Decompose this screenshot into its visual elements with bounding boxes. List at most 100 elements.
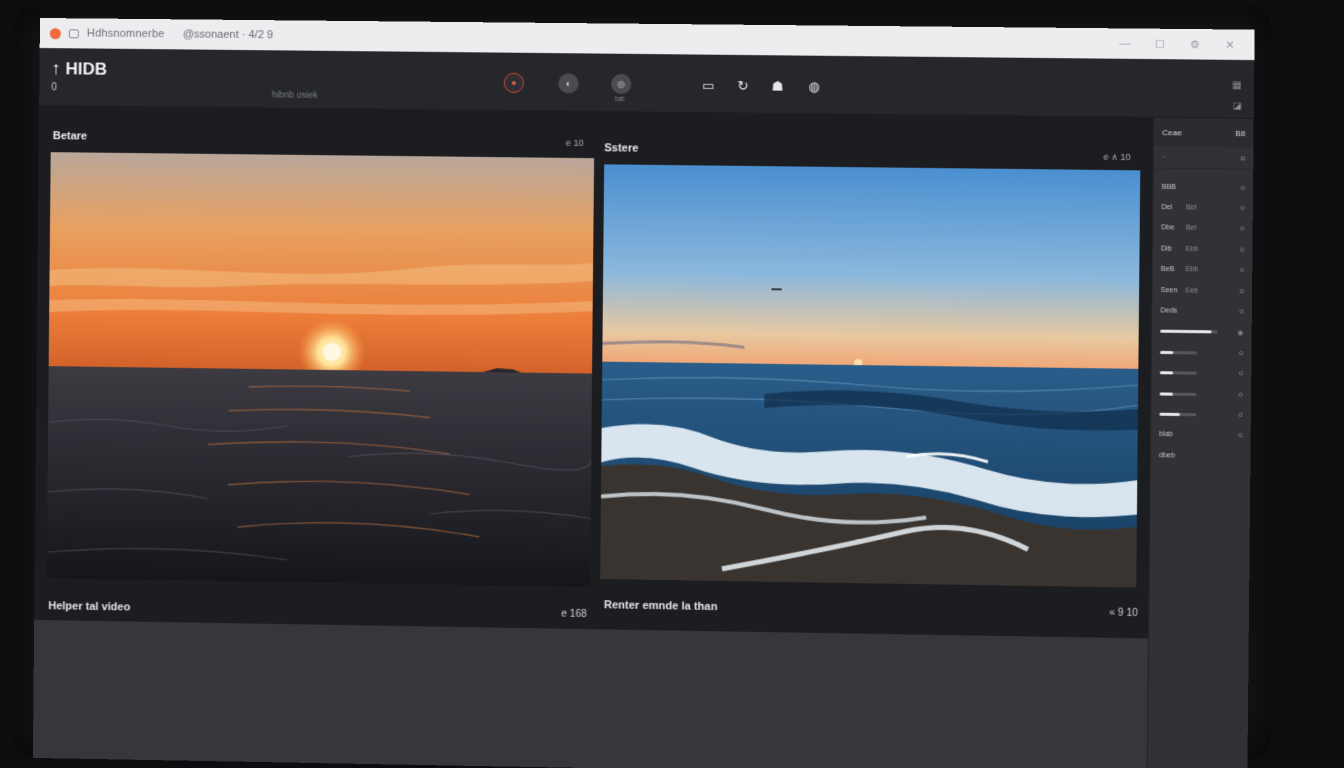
arrow-up-icon: ↑: [51, 58, 61, 79]
adjust-slider[interactable]: [1159, 371, 1197, 375]
adjustments-sidebar: Ceae B8 · o BBB o Del Bbl o Dbe Bel o Di…: [1146, 117, 1254, 768]
setting-value: Bel: [1185, 225, 1197, 233]
maximize-icon[interactable]: ☐: [1154, 38, 1166, 50]
window-controls: — ☐ ⚙ ✕: [1119, 37, 1236, 51]
sidebar-setting-row[interactable]: BBB o: [1153, 177, 1253, 199]
screen-icon[interactable]: ▭: [700, 78, 716, 94]
refresh-icon[interactable]: ↻: [735, 78, 751, 94]
before-image[interactable]: [46, 152, 595, 587]
slider-row[interactable]: o: [1152, 342, 1252, 364]
target-icon: ◎: [617, 78, 626, 89]
setting-key: Deds: [1160, 307, 1178, 315]
globe-icon[interactable]: ◍: [806, 79, 822, 95]
slider-fill: [1159, 412, 1180, 417]
close-window-button[interactable]: [49, 27, 61, 39]
adjust-slider[interactable]: [1160, 330, 1218, 334]
sidebar-tail-row[interactable]: dbeb: [1151, 445, 1251, 467]
after-image[interactable]: [600, 164, 1141, 588]
slider-fill: [1159, 392, 1173, 396]
sidebar-tail-label: blab: [1159, 431, 1173, 439]
slider-value-icon: o: [1238, 391, 1243, 399]
slider-row[interactable]: o: [1151, 404, 1251, 426]
adjust-slider[interactable]: [1159, 392, 1197, 396]
tool-button-3-label: tab: [614, 96, 625, 104]
sunset-photo: [46, 152, 595, 587]
slider-fill: [1159, 371, 1173, 375]
grid-icon[interactable]: ▦: [1232, 80, 1242, 91]
setting-value: Ebb: [1185, 245, 1199, 253]
setting-key: Del: [1161, 204, 1173, 212]
window-title: Hdhsnomnerbe: [86, 27, 165, 41]
left-panel-label: Betare: [52, 130, 88, 143]
setting-key: Seen: [1160, 286, 1178, 295]
sidebar-setting-row[interactable]: Deds o: [1152, 301, 1252, 323]
brand-label: HIDB: [65, 58, 108, 79]
setting-toggle[interactable]: o: [1240, 246, 1244, 253]
slider-value-icon: o: [1238, 370, 1244, 378]
slider-knob-icon[interactable]: ◉: [1237, 329, 1243, 337]
sidebar-tail-label: dbeb: [1159, 451, 1176, 460]
sidebar-tail-value: o: [1238, 432, 1243, 440]
app-brand[interactable]: ↑ HIDB: [51, 58, 107, 80]
slider-row[interactable]: o: [1152, 362, 1252, 384]
setting-toggle[interactable]: o: [1241, 205, 1245, 212]
slider-row[interactable]: ◉: [1152, 321, 1252, 343]
sidebar-header: Ceae B8: [1153, 117, 1254, 148]
half-circle-icon: ◐: [565, 78, 572, 89]
setting-key: Dbe: [1161, 224, 1175, 233]
tool-button-2[interactable]: ◐: [558, 73, 579, 94]
sidebar-header-left: Ceae: [1162, 127, 1182, 137]
record-icon: ●: [511, 77, 517, 88]
toolbar-sub-caption: hibnb osiek: [271, 89, 318, 100]
timeline-area: [32, 619, 1149, 768]
setting-key: BBB: [1161, 183, 1177, 191]
window-icon: [68, 28, 79, 38]
left-caption: Helper tal video: [48, 600, 131, 614]
setting-toggle[interactable]: o: [1241, 184, 1245, 191]
window-subtitle: @ssonaent · 4/2 9: [182, 28, 274, 42]
compare-area: Betare e 10 Helper tal video e 168 Sster…: [34, 105, 1154, 639]
panel-icon[interactable]: ◪: [1233, 100, 1242, 111]
sidebar-setting-row[interactable]: Del Bbl o: [1153, 197, 1253, 219]
setting-value: Ebb: [1185, 266, 1199, 274]
compare-workspace: Betare e 10 Helper tal video e 168 Sster…: [32, 105, 1154, 768]
right-panel-label: Sstere: [604, 142, 639, 155]
record-button[interactable]: ●: [503, 72, 525, 94]
close-icon[interactable]: ✕: [1224, 38, 1236, 51]
setting-key: BeB: [1160, 266, 1175, 274]
brand-sub-value: 0: [51, 82, 57, 94]
right-caption-meta: « 9 10: [1109, 607, 1138, 620]
sidebar-subheader-left: ·: [1161, 152, 1165, 162]
slider-fill: [1160, 350, 1173, 354]
right-panel-meta: e ∧ 10: [1103, 151, 1131, 163]
settings-icon[interactable]: ⚙: [1189, 38, 1201, 51]
sidebar-subheader: · o: [1153, 146, 1254, 170]
slider-row[interactable]: o: [1151, 383, 1251, 405]
sidebar-setting-row[interactable]: Dib Ebb o: [1153, 239, 1253, 261]
adjust-slider[interactable]: [1160, 350, 1198, 355]
tool-button-3[interactable]: ◎: [610, 73, 632, 95]
setting-toggle[interactable]: o: [1240, 288, 1244, 295]
sidebar-setting-row[interactable]: Dbe Bel o: [1153, 218, 1253, 240]
sidebar-setting-row[interactable]: BeB Ebb o: [1153, 259, 1253, 281]
right-caption: Renter emnde la than: [603, 599, 718, 614]
app-window: Hdhsnomnerbe @ssonaent · 4/2 9 — ☐ ⚙ ✕ ↑…: [32, 18, 1255, 768]
sidebar-header-right[interactable]: B8: [1235, 128, 1245, 137]
setting-toggle[interactable]: o: [1240, 267, 1244, 274]
setting-toggle[interactable]: o: [1240, 226, 1244, 233]
minimize-icon[interactable]: —: [1119, 37, 1131, 49]
setting-key: Dib: [1161, 245, 1172, 253]
left-panel-meta: e 10: [565, 137, 584, 149]
user-icon[interactable]: ☗: [769, 78, 785, 94]
left-caption-meta: e 168: [561, 608, 587, 621]
sidebar-setting-row[interactable]: Seen Eeb o: [1152, 280, 1252, 302]
slider-fill: [1160, 330, 1212, 334]
sidebar-tail-row[interactable]: blab o: [1151, 424, 1251, 446]
slider-value-icon: o: [1239, 349, 1244, 357]
ocean-photo: [600, 164, 1141, 588]
sidebar-subheader-right[interactable]: o: [1241, 153, 1246, 162]
adjust-slider[interactable]: [1159, 412, 1197, 417]
setting-toggle[interactable]: o: [1240, 308, 1244, 315]
setting-value: Eeb: [1185, 287, 1199, 295]
setting-value: Bbl: [1186, 204, 1197, 212]
